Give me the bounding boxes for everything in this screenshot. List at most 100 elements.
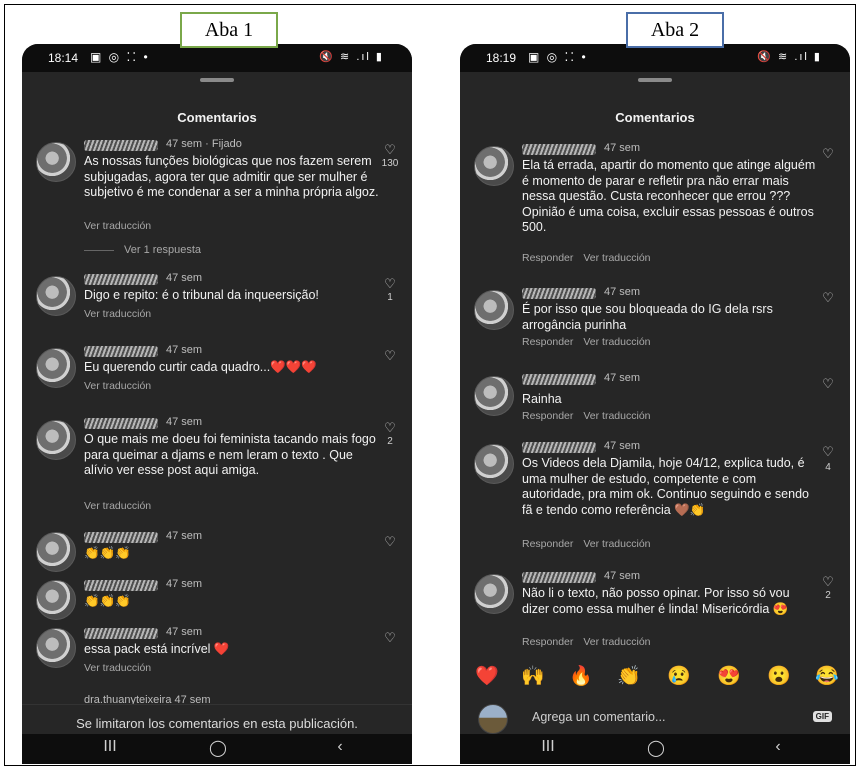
comment-actions: Ver traducción <box>84 220 151 232</box>
avatar[interactable] <box>36 142 76 182</box>
avatar[interactable] <box>474 444 514 484</box>
recents-button[interactable]: III <box>518 738 578 756</box>
replies-divider <box>84 249 114 251</box>
sheet-drag-handle[interactable] <box>638 78 672 82</box>
like-heart-icon[interactable]: ♡ <box>820 574 836 590</box>
reaction-surprised[interactable]: 😮 <box>764 664 794 688</box>
like-heart-icon[interactable]: ♡ <box>820 376 836 392</box>
comments-title: Comentarios <box>177 110 257 125</box>
comment-actions: Responder Ver traducción <box>522 636 651 648</box>
reaction-cry[interactable]: 😢 <box>664 664 694 688</box>
view-replies-link[interactable]: Ver 1 respuesta <box>84 244 201 256</box>
username-redacted[interactable] <box>84 346 158 357</box>
like-count: 130 <box>381 158 399 169</box>
username-redacted[interactable] <box>84 140 158 151</box>
status-bar: 18:19 ▣ ◎ ⁚⁚ • 🔇 ≋ .ıl ▮ <box>460 44 850 72</box>
comment-text: 👏👏👏 <box>84 594 131 608</box>
like-heart-icon[interactable]: ♡ <box>820 146 836 162</box>
username-redacted[interactable] <box>522 442 596 453</box>
reaction-raised-hands[interactable]: 🙌 <box>518 664 548 688</box>
translate-link[interactable]: Ver traducción <box>84 662 151 674</box>
avatar[interactable] <box>474 290 514 330</box>
like-heart-icon[interactable]: ♡ <box>820 444 836 460</box>
username-redacted[interactable] <box>84 628 158 639</box>
comment-meta: 47 sem <box>604 570 641 582</box>
translate-link[interactable]: Ver traducción <box>84 220 151 232</box>
avatar[interactable] <box>474 376 514 416</box>
avatar[interactable] <box>36 348 76 388</box>
tab-label-2: Aba 2 <box>626 12 724 48</box>
view-replies-label: Ver 1 respuesta <box>124 244 202 256</box>
reaction-fire[interactable]: 🔥 <box>566 664 596 688</box>
reaction-laugh[interactable]: 😂 <box>812 664 842 688</box>
back-button[interactable]: ‹ <box>310 738 370 756</box>
avatar[interactable] <box>36 420 76 460</box>
translate-link[interactable]: Ver traducción <box>583 636 650 648</box>
username-redacted[interactable] <box>84 532 158 543</box>
android-nav-bar: III ◯ ‹ <box>22 734 412 764</box>
comment-meta: 47 sem <box>604 286 641 298</box>
comment-meta: 47 sem <box>604 142 641 154</box>
like-heart-icon[interactable]: ♡ <box>382 348 398 364</box>
username-redacted[interactable] <box>522 288 596 299</box>
home-button[interactable]: ◯ <box>188 738 248 758</box>
comment-actions: Ver traducción <box>84 500 151 512</box>
avatar[interactable] <box>474 574 514 614</box>
back-button[interactable]: ‹ <box>748 738 808 756</box>
translate-link[interactable]: Ver traducción <box>84 380 151 392</box>
username-redacted[interactable] <box>84 418 158 429</box>
like-heart-icon[interactable]: ♡ <box>382 142 398 158</box>
reply-link[interactable]: Responder <box>522 252 573 264</box>
avatar[interactable] <box>36 580 76 620</box>
comment-text: É por isso que sou bloqueada do IG dela … <box>522 302 773 332</box>
sheet-drag-handle[interactable] <box>200 78 234 82</box>
comment-meta: 47 sem <box>166 626 203 638</box>
notification-icons: ▣ ◎ ⁚⁚ • <box>528 50 588 64</box>
like-heart-icon[interactable]: ♡ <box>382 630 398 646</box>
translate-link[interactable]: Ver traducción <box>583 336 650 348</box>
notification-icons: ▣ ◎ ⁚⁚ • <box>90 50 150 64</box>
like-heart-icon[interactable]: ♡ <box>382 276 398 292</box>
like-count: 1 <box>387 292 393 303</box>
like-heart-icon[interactable]: ♡ <box>820 290 836 306</box>
avatar[interactable] <box>474 146 514 186</box>
comment-text: Eu querendo curtir cada quadro...❤️❤️❤️ <box>84 360 317 374</box>
tab-label-1: Aba 1 <box>180 12 278 48</box>
comment-text: essa pack está incrível ❤️ <box>84 642 230 656</box>
reply-link[interactable]: Responder <box>522 538 573 550</box>
reaction-heart[interactable]: ❤️ <box>472 664 502 688</box>
avatar[interactable] <box>36 628 76 668</box>
comment-meta: 47 sem <box>604 372 641 384</box>
reaction-clap[interactable]: 👏 <box>614 664 644 688</box>
gif-button[interactable]: GIF <box>812 711 832 722</box>
translate-link[interactable]: Ver traducción <box>84 500 151 512</box>
translate-link[interactable]: Ver traducción <box>583 538 650 550</box>
home-button[interactable]: ◯ <box>626 738 686 758</box>
like-heart-icon[interactable]: ♡ <box>382 420 398 436</box>
translate-link[interactable]: Ver traducción <box>583 252 650 264</box>
translate-link[interactable]: Ver traducción <box>583 410 650 422</box>
recents-button[interactable]: III <box>80 738 140 756</box>
comment-text: Não li o texto, não posso opinar. Por is… <box>522 586 790 616</box>
translate-link[interactable]: Ver traducción <box>84 308 151 320</box>
android-nav-bar: III ◯ ‹ <box>460 734 850 764</box>
comment-text: Rainha <box>522 392 562 406</box>
username-redacted[interactable] <box>84 274 158 285</box>
comment-text: As nossas funções biológicas que nos faz… <box>84 154 379 200</box>
quick-reaction-row: ❤️ 🙌 🔥 👏 😢 😍 😮 😂 <box>460 664 850 692</box>
avatar[interactable] <box>36 276 76 316</box>
like-heart-icon[interactable]: ♡ <box>382 534 398 550</box>
username-redacted[interactable] <box>522 144 596 155</box>
reply-link[interactable]: Responder <box>522 410 573 422</box>
reply-link[interactable]: Responder <box>522 336 573 348</box>
reaction-heart-eyes[interactable]: 😍 <box>714 664 744 688</box>
avatar[interactable] <box>36 532 76 572</box>
comment-actions: Responder Ver traducción <box>522 252 651 264</box>
comment-meta: 47 sem <box>166 344 203 356</box>
comment-input[interactable]: Agrega un comentario... <box>532 710 665 724</box>
username-redacted[interactable] <box>522 374 596 385</box>
reply-link[interactable]: Responder <box>522 636 573 648</box>
username-redacted[interactable] <box>84 580 158 591</box>
username-redacted[interactable] <box>522 572 596 583</box>
phone-screen-1: 18:14 ▣ ◎ ⁚⁚ • 🔇 ≋ .ıl ▮ Comentarios 47 … <box>22 44 412 764</box>
